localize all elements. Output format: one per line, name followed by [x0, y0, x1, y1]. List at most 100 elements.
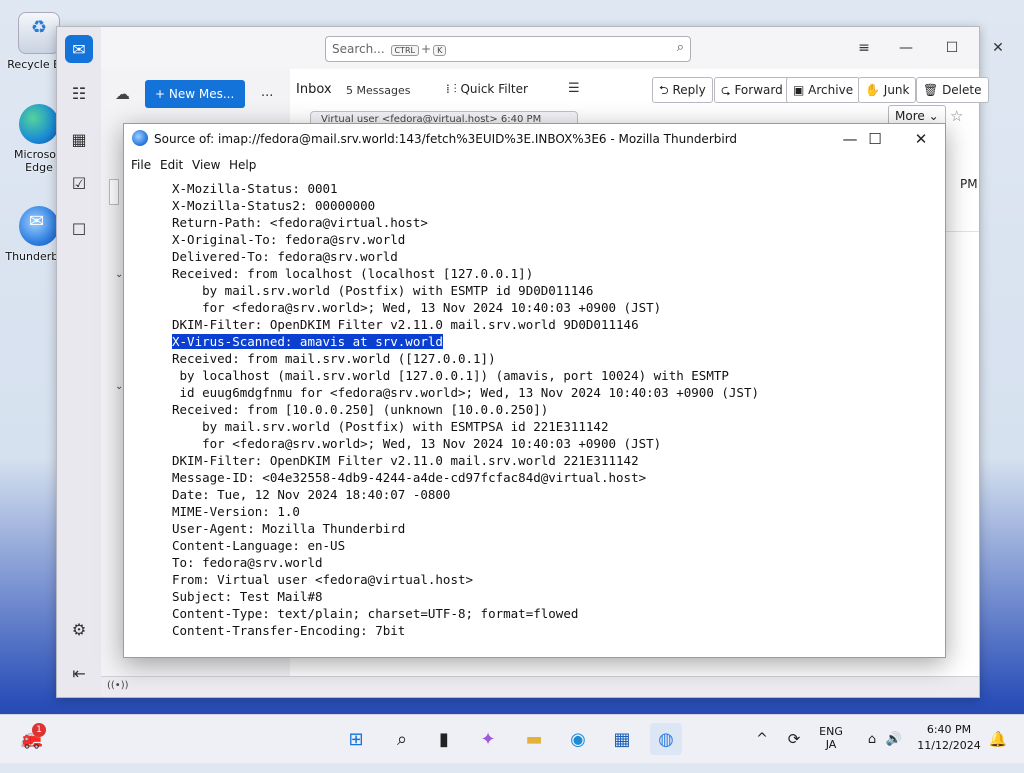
- volume-icon[interactable]: 🔊: [878, 723, 910, 755]
- header-line: MIME-Version: 1.0: [172, 504, 300, 519]
- close-icon[interactable]: ✕: [983, 37, 1013, 59]
- search-icon[interactable]: ⌕: [386, 723, 418, 755]
- chevron-up-icon[interactable]: ^: [746, 723, 778, 755]
- new-message-button[interactable]: + New Mes...: [145, 80, 245, 108]
- online-status-icon[interactable]: ((•)): [107, 680, 129, 691]
- header-line: Content-Language: en-US: [172, 538, 346, 553]
- maximize-icon[interactable]: ☐: [937, 37, 967, 59]
- header-line: User-Agent: Mozilla Thunderbird: [172, 521, 406, 536]
- header-line: Content-Transfer-Encoding: 7bit: [172, 623, 406, 638]
- reply-label: Reply: [672, 83, 706, 97]
- header-line: X-Original-To: fedora@srv.world: [172, 232, 406, 247]
- folder-row-stub[interactable]: [109, 179, 119, 205]
- kbd-k: K: [433, 45, 447, 56]
- header-line: Message-ID: <04e32558-4db9-4244-a4de-cd9…: [172, 470, 647, 485]
- header-line: Received: from mail.srv.world ([127.0.0.…: [172, 351, 496, 366]
- junk-button[interactable]: ✋ Junk: [858, 77, 917, 103]
- recycle-bin-icon: ♻: [18, 12, 60, 54]
- copilot-icon[interactable]: ✦: [472, 723, 504, 755]
- language-indicator[interactable]: ENG JA: [814, 725, 848, 773]
- lang-top: ENG: [819, 725, 843, 738]
- notification-badge: 1: [32, 723, 46, 737]
- header-line: for <fedora@srv.world>; Wed, 13 Nov 2024…: [172, 300, 662, 315]
- source-lines-before: X-Mozilla-Status: 0001 X-Mozilla-Status2…: [172, 180, 935, 333]
- clock-date: 11/12/2024: [917, 739, 981, 752]
- reply-button[interactable]: ⮌ Reply: [652, 77, 713, 103]
- display-options-icon[interactable]: ☰: [568, 81, 580, 96]
- sync-icon[interactable]: ⟳: [778, 723, 810, 755]
- clock-time: 6:40 PM: [926, 723, 972, 736]
- more-label: More: [895, 109, 925, 123]
- archive-button[interactable]: ▣ Archive: [786, 77, 861, 103]
- junk-label: Junk: [883, 83, 910, 97]
- kbd-plus: +: [421, 42, 432, 56]
- folder-title: Inbox: [296, 82, 332, 97]
- star-icon[interactable]: ☆: [950, 107, 963, 125]
- spaces-toolbar: ✉ ☷ ▦ ☑ ☐ ⚙ ⇤: [57, 27, 102, 697]
- header-line: DKIM-Filter: OpenDKIM Filter v2.11.0 mai…: [172, 317, 639, 332]
- junk-icon: ✋: [865, 83, 880, 97]
- menu-help[interactable]: Help: [229, 158, 256, 172]
- search-icon: ⌕: [676, 40, 684, 55]
- settings-gear-icon[interactable]: ⚙: [65, 615, 93, 643]
- menu-view[interactable]: View: [192, 158, 220, 172]
- selected-text[interactable]: X-Virus-Scanned: amavis at srv.world: [172, 334, 443, 349]
- header-line: X-Mozilla-Status2: 00000000: [172, 198, 376, 213]
- header-line: From: Virtual user <fedora@virtual.host>: [172, 572, 474, 587]
- forward-button[interactable]: ⮎ Forward: [714, 77, 790, 103]
- header-line: Received: from [10.0.0.250] (unknown [10…: [172, 402, 549, 417]
- source-window-title: Source of: imap://fedora@mail.srv.world:…: [154, 132, 738, 146]
- maximize-icon[interactable]: ☐: [855, 128, 895, 150]
- header-line: by mail.srv.world (Postfix) with ESMTPSA…: [172, 419, 609, 434]
- header-line: id euug6mdgfnmu for <fedora@srv.world>; …: [172, 385, 759, 400]
- source-lines-after: Received: from mail.srv.world ([127.0.0.…: [172, 350, 935, 639]
- source-menu-bar: File Edit View Help: [124, 154, 945, 176]
- tasks-icon[interactable]: ☑: [65, 169, 93, 197]
- header-line: Content-Type: text/plain; charset=UTF-8;…: [172, 606, 579, 621]
- message-source-window: Source of: imap://fedora@mail.srv.world:…: [123, 123, 946, 658]
- close-icon[interactable]: ✕: [901, 128, 941, 150]
- taskbar: 🚒 1 ⊞ ⌕ ▮ ✦ ▬ ◉ ▦ ◍ ^ ⟳ ENG JA ⌂ 🔊 6:40 …: [0, 714, 1024, 763]
- forward-icon: ⮎: [721, 83, 731, 97]
- archive-label: Archive: [808, 83, 854, 97]
- folder-pane-more-button[interactable]: ...: [261, 85, 273, 100]
- calendar-icon[interactable]: ▦: [65, 125, 93, 153]
- thunderbird-taskbar-icon[interactable]: ◍: [650, 723, 682, 755]
- edge-icon[interactable]: ◉: [562, 723, 594, 755]
- header-line: To: fedora@srv.world: [172, 555, 323, 570]
- file-explorer-icon[interactable]: ▬: [518, 723, 550, 755]
- minimize-icon[interactable]: —: [891, 37, 921, 59]
- reply-icon: ⮌: [659, 83, 669, 97]
- header-line: Received: from localhost (localhost [127…: [172, 266, 534, 281]
- header-line: by mail.srv.world (Postfix) with ESMTP i…: [172, 283, 594, 298]
- start-icon[interactable]: ⊞: [340, 723, 372, 755]
- bell-icon[interactable]: 🔔: [982, 723, 1014, 755]
- delete-button[interactable]: 🗑 Delete: [916, 77, 989, 103]
- task-view-icon[interactable]: ▮: [428, 723, 460, 755]
- lang-bottom: JA: [825, 738, 837, 751]
- status-bar: ((•)): [101, 676, 979, 697]
- global-search-input[interactable]: Search... CTRL + K ⌕: [325, 36, 691, 62]
- address-book-icon[interactable]: ☷: [65, 79, 93, 107]
- menu-edit[interactable]: Edit: [160, 158, 183, 172]
- menu-file[interactable]: File: [131, 158, 151, 172]
- header-line: Delivered-To: fedora@srv.world: [172, 249, 398, 264]
- archive-icon: ▣: [793, 83, 805, 97]
- chat-icon[interactable]: ☐: [65, 215, 93, 243]
- get-messages-icon[interactable]: ☁: [115, 85, 130, 103]
- quick-filter-button[interactable]: ⁞ ⫶ Quick Filter: [446, 82, 528, 97]
- app-menu-icon[interactable]: ≡: [849, 37, 879, 59]
- trash-icon: 🗑: [923, 83, 939, 97]
- collapse-spaces-icon[interactable]: ⇤: [65, 659, 93, 687]
- thunderbird-icon: ✉: [19, 206, 59, 246]
- new-message-label: New Mes...: [168, 87, 235, 101]
- header-line: Subject: Test Mail#8: [172, 589, 323, 604]
- header-line: X-Mozilla-Status: 0001: [172, 181, 338, 196]
- mail-space-icon[interactable]: ✉: [65, 35, 93, 63]
- message-time-fragment: PM: [960, 177, 978, 191]
- store-icon[interactable]: ▦: [606, 723, 638, 755]
- clock[interactable]: 6:40 PM 11/12/2024: [914, 723, 984, 771]
- message-source-text[interactable]: X-Mozilla-Status: 0001 X-Mozilla-Status2…: [172, 180, 935, 651]
- title-bar: Search... CTRL + K ⌕ ≡ — ☐ ✕: [101, 27, 1004, 70]
- edge-icon: [19, 104, 59, 144]
